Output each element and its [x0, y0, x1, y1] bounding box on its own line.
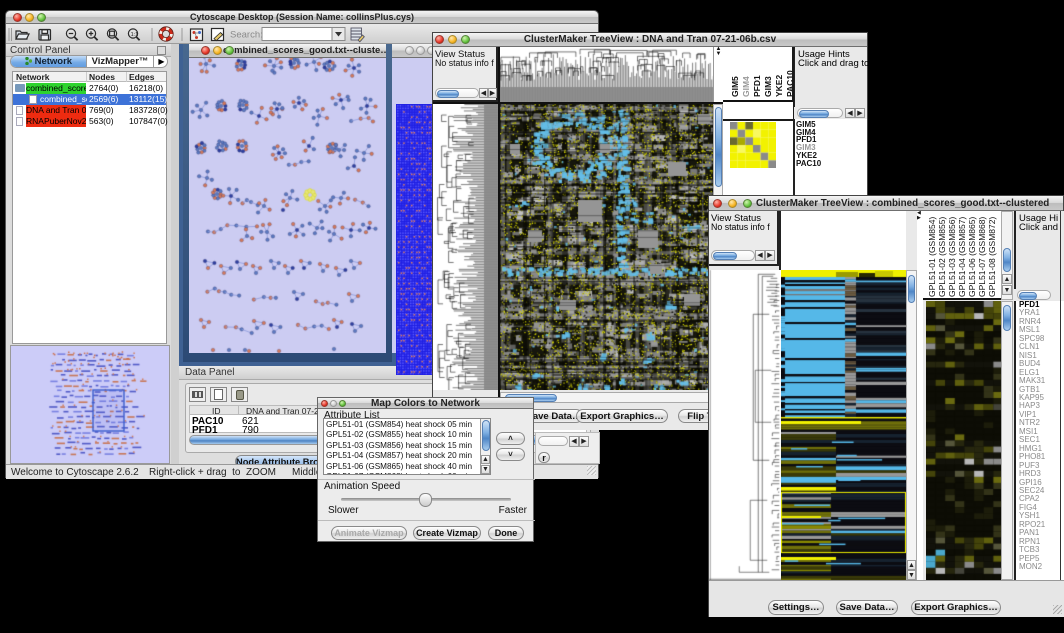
svg-text:1:1: 1:1: [131, 32, 139, 38]
svg-text:Search:: Search:: [230, 30, 263, 41]
